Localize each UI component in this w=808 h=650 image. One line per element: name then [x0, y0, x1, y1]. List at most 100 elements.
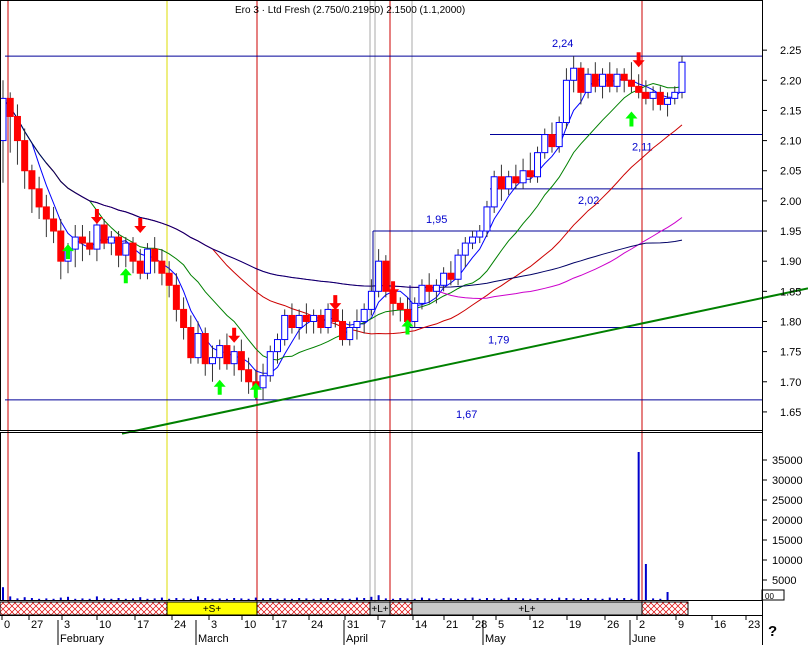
- candle-body: [671, 91, 679, 99]
- candle-body: [93, 224, 101, 250]
- date-tick-label: 3: [64, 619, 70, 631]
- candle-body: [512, 176, 520, 184]
- candle-body: [382, 260, 390, 292]
- volume-bar: [2, 587, 4, 600]
- volume-bar: [630, 598, 633, 600]
- scroll-box-label: 00: [765, 592, 774, 601]
- volume-bar: [254, 597, 257, 600]
- candle-body: [555, 122, 563, 148]
- volume-bar: [276, 598, 279, 600]
- volume-bar: [363, 598, 366, 600]
- price-tick-label: 2.25: [780, 45, 801, 57]
- volume-bar: [594, 598, 597, 600]
- candle-body: [302, 314, 310, 322]
- candle-body: [476, 230, 484, 238]
- volume-bar: [9, 596, 12, 600]
- volume-bar: [457, 598, 460, 600]
- candle-body: [447, 272, 455, 280]
- date-tick-label: 17: [137, 619, 149, 631]
- volume-bar: [153, 598, 156, 600]
- price-tick-label: 1.85: [780, 286, 801, 298]
- date-tick-label: 28: [475, 619, 487, 631]
- date-tick-label: 9: [678, 619, 684, 631]
- signal-hatched-segment: [641, 601, 689, 616]
- candle-body: [375, 260, 383, 292]
- volume-bar: [507, 597, 510, 600]
- date-tick-label: 0: [4, 619, 10, 631]
- volume-bar: [168, 598, 171, 600]
- volume-bar: [601, 598, 604, 600]
- candle-body: [346, 327, 354, 341]
- date-tick-label: 23: [748, 619, 760, 631]
- price-tick-label: 1.80: [780, 316, 801, 328]
- candle-body: [223, 345, 231, 365]
- candle-body: [230, 351, 238, 365]
- volume-bar: [88, 598, 91, 600]
- chart-header: Ero 3 · Ltd Fresh (2.750/0.21950) 2.1500…: [235, 5, 465, 16]
- price-tick-label: 1.90: [780, 256, 801, 268]
- date-tick-label: 31: [347, 619, 359, 631]
- candle-body: [245, 369, 253, 383]
- volume-bar: [204, 598, 207, 600]
- candle-body: [136, 260, 144, 274]
- candle-body: [584, 73, 592, 93]
- volume-tick-label: 10000: [772, 555, 803, 567]
- candle-body: [627, 79, 635, 87]
- candle-body: [28, 170, 36, 190]
- volume-bar: [45, 598, 48, 600]
- date-tick-label: 16: [714, 619, 726, 631]
- candle-body: [35, 188, 43, 208]
- candle-body: [71, 236, 79, 250]
- candle-body: [273, 339, 281, 353]
- signal-label: +L+: [518, 604, 535, 615]
- volume-bar: [550, 598, 553, 600]
- volume-bar: [247, 598, 250, 600]
- volume-bar: [16, 598, 19, 600]
- volume-bar: [23, 597, 26, 600]
- month-label: February: [60, 633, 105, 645]
- volume-bar: [355, 597, 358, 600]
- volume-bar: [182, 598, 185, 600]
- volume-bar: [139, 597, 142, 600]
- help-icon[interactable]: ?: [768, 623, 777, 640]
- month-label: March: [198, 633, 229, 645]
- candle-body: [425, 284, 433, 292]
- candle-body: [367, 290, 375, 310]
- candle-body: [50, 218, 58, 232]
- volume-bar: [262, 598, 265, 600]
- volume-bar: [225, 598, 228, 600]
- date-tick-label: 17: [275, 619, 287, 631]
- volume-bar: [269, 598, 272, 600]
- volume-bar: [95, 596, 98, 600]
- date-tick-label: 10: [99, 619, 111, 631]
- candle-body: [172, 284, 180, 310]
- volume-bar: [38, 598, 41, 600]
- candle-body: [122, 242, 130, 256]
- volume-bar: [305, 598, 308, 600]
- candle-body: [678, 61, 686, 93]
- volume-bar: [341, 598, 344, 600]
- candle-body: [115, 236, 123, 256]
- candle-body: [656, 91, 664, 105]
- month-label: April: [346, 633, 368, 645]
- volume-bar: [514, 598, 517, 600]
- volume-bar: [522, 598, 525, 600]
- volume-bar: [493, 598, 496, 600]
- candle-body: [432, 284, 440, 292]
- candle-body: [562, 79, 570, 124]
- volume-bar: [442, 598, 445, 600]
- candle-body: [526, 170, 534, 178]
- volume-tick-label: 5000: [772, 575, 796, 587]
- volume-bar: [652, 598, 655, 600]
- volume-bar: [413, 598, 416, 600]
- volume-bar: [666, 592, 669, 600]
- candle-body: [216, 345, 224, 359]
- volume-bar: [298, 598, 301, 600]
- candle-body: [497, 176, 505, 190]
- price-tick-label: 1.70: [780, 377, 801, 389]
- volume-bar: [384, 598, 387, 600]
- candle-body: [281, 314, 289, 341]
- volume-bar: [558, 597, 561, 600]
- volume-bar: [124, 598, 127, 600]
- volume-bar: [471, 597, 474, 600]
